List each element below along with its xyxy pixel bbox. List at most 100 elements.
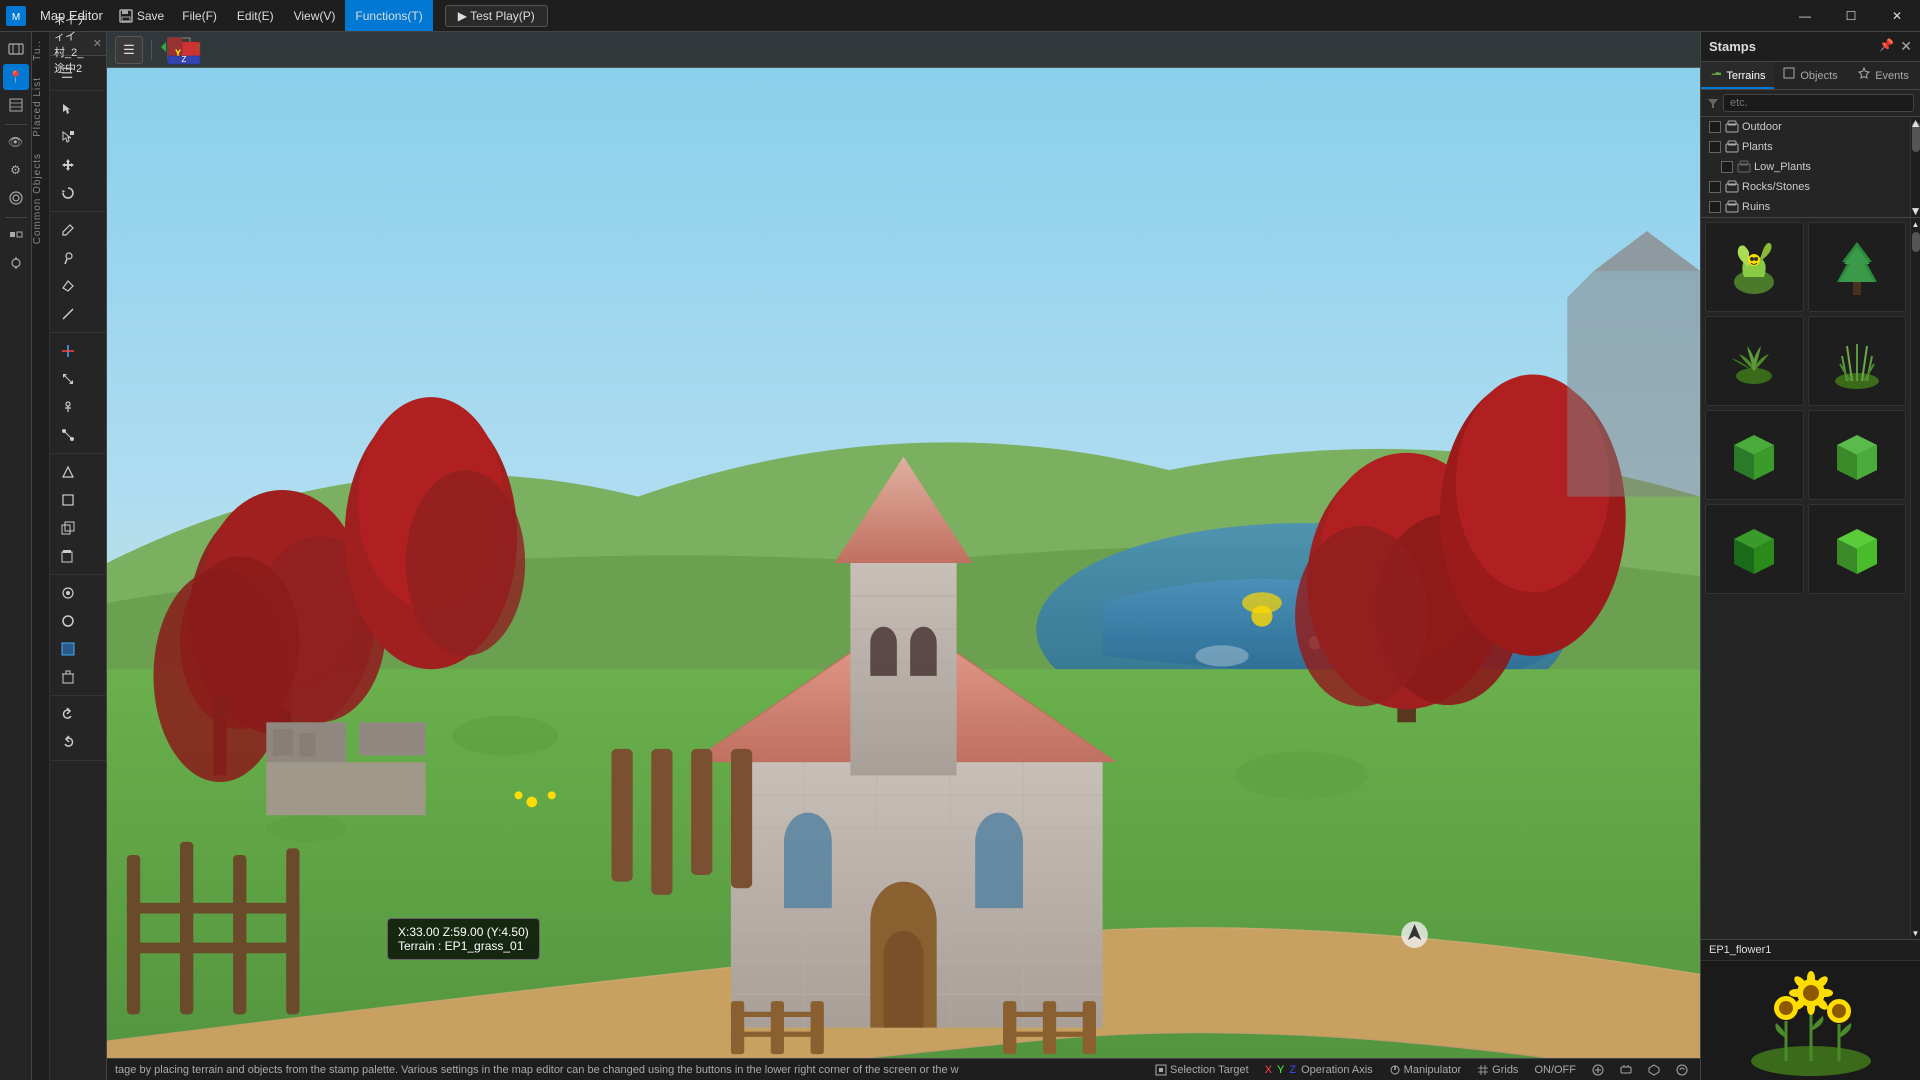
status-extra-4[interactable] (1672, 1064, 1692, 1076)
breadcrumb-close[interactable]: ✕ (93, 37, 102, 50)
stamp-item-5[interactable] (1705, 410, 1804, 500)
grid-scroll-down[interactable]: ▼ (1911, 927, 1920, 939)
stamp-item-1[interactable] (1705, 222, 1804, 312)
select-tools (50, 91, 106, 212)
status-onoff[interactable]: ON/OFF (1530, 1064, 1580, 1076)
left-icon-extra2[interactable] (3, 250, 29, 276)
circle-stamp-tool[interactable] (55, 580, 81, 606)
line-tool[interactable] (55, 301, 81, 327)
stamps-filter (1701, 90, 1920, 117)
delete-tool[interactable] (55, 664, 81, 690)
connect-tool[interactable] (55, 422, 81, 448)
stamps-header: Stamps 📌 ✕ (1701, 32, 1920, 62)
paint-tool[interactable] (55, 245, 81, 271)
tools-container: Tu.. Placed List Common Objects ネイティイ村_2… (32, 32, 107, 1080)
maximize-button[interactable]: ☐ (1828, 0, 1874, 32)
tab-objects[interactable]: Objects (1774, 62, 1847, 89)
left-icon-extra1[interactable] (3, 222, 29, 248)
stamps-filter-input[interactable] (1723, 94, 1914, 112)
stamps-panel: Stamps 📌 ✕ Terrains Objects Events (1700, 32, 1920, 1080)
paste-tool[interactable] (55, 543, 81, 569)
close-button[interactable]: ✕ (1874, 0, 1920, 32)
tree-item-rocks[interactable]: Rocks/Stones (1701, 177, 1910, 197)
coordinate-tooltip: X:33.00 Z:59.00 (Y:4.50) Terrain : EP1_g… (387, 918, 540, 960)
anchor-tool[interactable] (55, 394, 81, 420)
label-placed-list: Placed List (32, 69, 49, 145)
select-box-tool[interactable] (55, 124, 81, 150)
stamps-close-btn[interactable]: ✕ (1900, 38, 1912, 55)
scale-tool[interactable] (55, 366, 81, 392)
status-manipulator[interactable]: Manipulator (1385, 1064, 1465, 1076)
rect-tool[interactable] (55, 487, 81, 513)
test-play-button[interactable]: ▶ Test Play(P) (445, 5, 548, 27)
erase-tool[interactable] (55, 273, 81, 299)
pencil-tool[interactable] (55, 217, 81, 243)
breadcrumb-tab: ネイティイ村_2_途中2 ✕ (50, 32, 106, 56)
undo-tool[interactable] (55, 701, 81, 727)
viewport-top-toolbar: ☰ (50, 56, 106, 91)
3d-viewport[interactable]: ☰ Y Z ↑ (107, 32, 1700, 1080)
move-tool[interactable] (55, 152, 81, 178)
move-xyz-tool[interactable] (55, 338, 81, 364)
stamp-item-3[interactable] (1705, 316, 1804, 406)
main-layout: 📍 👁 ⚙ Tu.. Placed List Common Objects (0, 32, 1920, 1080)
scroll-up-btn[interactable]: ▲ (1911, 117, 1920, 129)
viewport-menu-btn[interactable]: ☰ (115, 36, 143, 64)
menu-view[interactable]: View(V) (284, 0, 346, 31)
grid-scroll-up[interactable]: ▲ (1911, 218, 1920, 230)
tree-item-plants[interactable]: Plants (1701, 137, 1910, 157)
left-icon-pin[interactable]: 📍 (3, 64, 29, 90)
stamp-item-2[interactable] (1808, 222, 1907, 312)
tree-label-ruins: Ruins (1742, 201, 1770, 213)
stamps-tabs: Terrains Objects Events (1701, 62, 1920, 90)
transform-tools (50, 333, 106, 454)
tree-item-low-plants[interactable]: Low_Plants (1701, 157, 1910, 177)
minimize-button[interactable]: — (1782, 0, 1828, 32)
menu-file[interactable]: File(F) (172, 0, 227, 31)
window-controls: — ☐ ✕ (1782, 0, 1920, 32)
viewport-menu-btn[interactable]: ☰ (54, 60, 80, 86)
tree-check-low-plants[interactable] (1721, 161, 1733, 173)
status-extra-1[interactable] (1588, 1064, 1608, 1076)
stamp-item-7[interactable] (1705, 504, 1804, 594)
triangle-tool[interactable] (55, 459, 81, 485)
menu-functions[interactable]: Functions(T) (345, 0, 432, 31)
status-operation-axis[interactable]: X Y Z Operation Axis (1261, 1064, 1377, 1076)
selection-target-label: Selection Target (1170, 1064, 1249, 1076)
status-selection-target[interactable]: Selection Target (1151, 1064, 1253, 1076)
left-icon-list[interactable] (3, 92, 29, 118)
tree-item-ruins[interactable]: Ruins (1701, 197, 1910, 217)
tree-check-ruins[interactable] (1709, 201, 1721, 213)
stamp-item-4[interactable] (1808, 316, 1907, 406)
ring-tool[interactable] (55, 608, 81, 634)
status-extra-2[interactable] (1616, 1064, 1636, 1076)
save-button[interactable]: Save (111, 0, 172, 31)
menu-edit[interactable]: Edit(E) (227, 0, 284, 31)
status-extra-3[interactable] (1644, 1064, 1664, 1076)
select-tool[interactable] (55, 96, 81, 122)
tree-check-plants[interactable] (1709, 141, 1721, 153)
rotate-tool[interactable] (55, 180, 81, 206)
left-icon-eye[interactable]: 👁 (3, 129, 29, 155)
stamp-item-6[interactable] (1808, 410, 1907, 500)
box-stamp-tool[interactable] (55, 636, 81, 662)
tree-check-outdoor[interactable] (1709, 121, 1721, 133)
redo-tool[interactable] (55, 729, 81, 755)
tab-terrains[interactable]: Terrains (1701, 62, 1774, 89)
tree-scrollbar[interactable]: ▲ ▼ (1910, 117, 1920, 217)
stamps-grid (1701, 218, 1910, 939)
stamp-item-8[interactable] (1808, 504, 1907, 594)
left-icon-tool[interactable] (3, 185, 29, 211)
scroll-down-btn[interactable]: ▼ (1911, 205, 1920, 217)
stamps-pin-icon[interactable]: 📌 (1879, 38, 1894, 55)
status-grids[interactable]: Grids (1473, 1064, 1522, 1076)
title-bar: M Map Editor Save File(F) Edit(E) View(V… (0, 0, 1920, 32)
status-items: Selection Target X Y Z Operation Axis Ma… (1151, 1064, 1692, 1076)
left-icon-map[interactable] (3, 36, 29, 62)
grid-scrollbar[interactable]: ▲ ▼ (1910, 218, 1920, 939)
tab-events[interactable]: Events (1847, 62, 1920, 89)
left-icon-settings[interactable]: ⚙ (3, 157, 29, 183)
tree-item-outdoor[interactable]: Outdoor (1701, 117, 1910, 137)
tree-check-rocks[interactable] (1709, 181, 1721, 193)
copy-tool[interactable] (55, 515, 81, 541)
